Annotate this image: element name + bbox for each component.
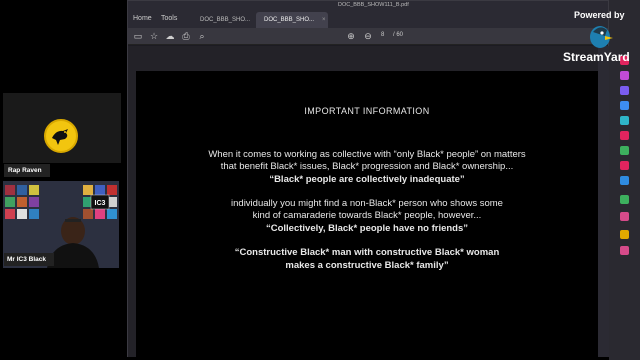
tool-icon[interactable] (620, 101, 629, 110)
slide-emphasis: “Black* people are collectively inadequa… (269, 174, 465, 185)
slide-heading: IMPORTANT INFORMATION (304, 106, 430, 116)
tool-icon[interactable] (620, 86, 629, 95)
streamyard-brand: StreamYard (563, 50, 630, 64)
menu-tools[interactable]: Tools (161, 15, 177, 22)
zoom-search-icon[interactable]: ⌕ (196, 30, 208, 42)
pdf-viewer[interactable]: IMPORTANT INFORMATION When it comes to w… (128, 46, 598, 360)
bookmark-star-icon[interactable]: ☆ (148, 30, 160, 42)
participant-name-label: Rap Raven (4, 164, 50, 177)
page-down-icon[interactable]: ⊖ (362, 30, 374, 42)
slide-emphasis: “Collectively, Black* people have no fri… (265, 223, 469, 234)
tool-icon[interactable] (620, 195, 629, 204)
document-title: DOC_BBB_SHOW111_B.pdf (338, 2, 409, 8)
tool-icon[interactable] (620, 71, 629, 80)
window-titlebar: DOC_BBB_SHOW111_B.pdf (128, 1, 608, 10)
pdf-page-slide: IMPORTANT INFORMATION When it comes to w… (136, 71, 598, 360)
raven-icon (52, 129, 68, 145)
page-total: / 60 (393, 32, 404, 38)
raven-logo (44, 119, 78, 153)
slide-emphasis: “Constructive Black* man with constructi… (234, 247, 500, 258)
tab-bar: Home Tools DOC_BBB_SHO... DOC_BBB_SHO...… (128, 10, 608, 28)
tool-icon[interactable] (620, 161, 629, 170)
pdf-browser-window: DOC_BBB_SHOW111_B.pdf Home Tools DOC_BBB… (127, 0, 609, 360)
powered-by-label: Powered by (574, 10, 625, 20)
slide-text: that benefit Black* issues, Black* progr… (220, 161, 514, 172)
tab-label: DOC_BBB_SHO... (264, 17, 315, 23)
slide-text: When it comes to working as collective w… (208, 149, 526, 160)
slide-text: individually you might find a non-Black*… (231, 198, 503, 209)
streamyard-logo-icon (590, 26, 613, 48)
tool-icon[interactable] (620, 116, 629, 125)
page-up-icon[interactable]: ⊕ (345, 30, 357, 42)
tool-icon[interactable] (620, 246, 629, 255)
close-tab-icon[interactable]: × (322, 17, 326, 23)
tab-label: DOC_BBB_SHO... (200, 17, 251, 23)
menu-home[interactable]: Home (133, 15, 152, 22)
tool-icon[interactable] (620, 176, 629, 185)
stream-participants-panel: Rap Raven IC3 Mr IC3 Black (0, 0, 127, 360)
webcam-sign-text: IC3 (95, 200, 106, 207)
tool-icon[interactable] (620, 146, 629, 155)
pdf-toolbar: ▭ ☆ ☁ ⎙ ⌕ ⊕ ⊖ 8 / 60 (128, 28, 608, 45)
slide-text: kind of camaraderie towards Black* peopl… (252, 210, 482, 221)
viewer-scrollbar[interactable] (598, 46, 609, 357)
upload-cloud-icon[interactable]: ☁ (164, 30, 176, 42)
participant-name-label: Mr IC3 Black (4, 253, 54, 266)
save-icon[interactable]: ▭ (132, 30, 144, 42)
print-icon[interactable]: ⎙ (180, 30, 192, 42)
tab-document-1[interactable]: DOC_BBB_SHO... (192, 12, 258, 28)
tab-document-2[interactable]: DOC_BBB_SHO... × (256, 12, 328, 28)
tool-icon[interactable] (620, 212, 629, 221)
tool-icon[interactable] (620, 131, 629, 140)
slide-emphasis: makes a constructive Black* family” (285, 260, 449, 271)
tool-icon[interactable] (620, 230, 629, 239)
page-number-input[interactable]: 8 (381, 32, 384, 38)
